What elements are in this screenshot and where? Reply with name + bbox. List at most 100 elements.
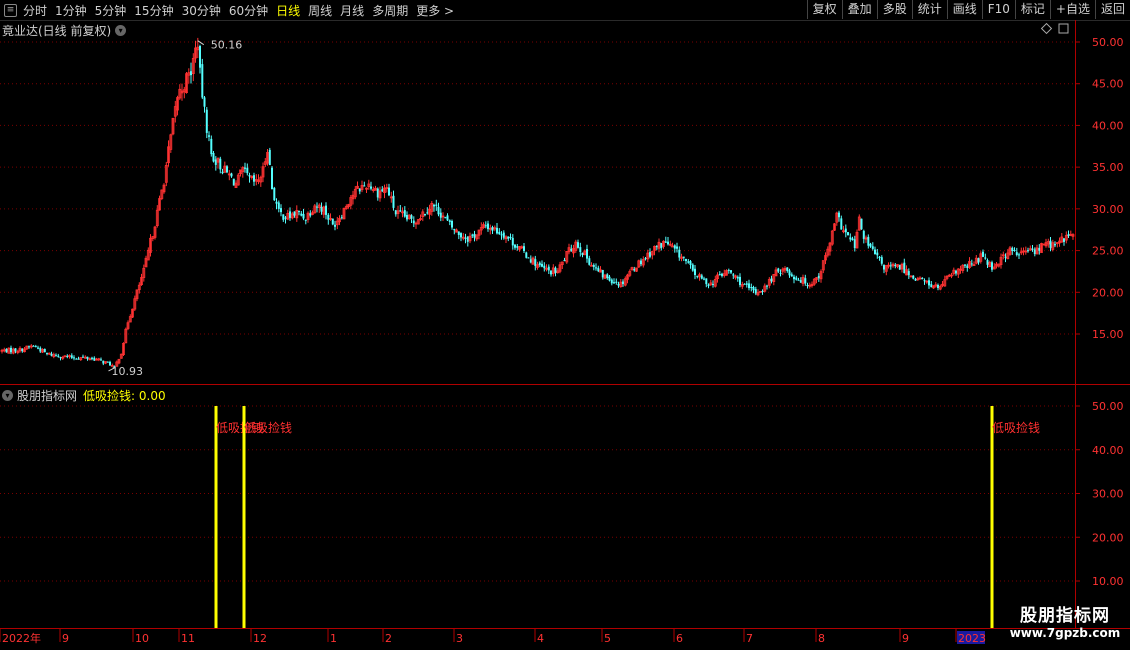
- candle: [635, 267, 638, 272]
- candle: [502, 230, 505, 240]
- candle-body: [534, 259, 537, 266]
- kline-chart[interactable]: 低吸捡钱低吸捡钱 低吸捡钱 50.0045.0040.0035.0030.0025…: [0, 0, 1130, 650]
- maximize-icon: [1058, 23, 1069, 34]
- candle-body: [923, 280, 926, 282]
- candle: [514, 244, 516, 250]
- candle: [932, 285, 935, 289]
- candle: [849, 233, 852, 242]
- candle-body: [221, 171, 224, 174]
- candle: [407, 214, 411, 220]
- candle-body: [707, 284, 710, 287]
- candle-body: [219, 158, 222, 170]
- candle-body: [203, 97, 206, 107]
- candle: [862, 229, 865, 244]
- candle: [516, 244, 519, 251]
- candle-body: [403, 210, 406, 217]
- candle: [558, 261, 562, 274]
- candle: [615, 278, 618, 285]
- candle: [471, 233, 474, 238]
- candle-body: [685, 258, 687, 261]
- candle: [732, 273, 735, 279]
- candle: [821, 260, 825, 274]
- candle: [194, 40, 197, 63]
- candle-body: [898, 265, 901, 270]
- candle-body: [340, 217, 343, 219]
- candle: [482, 222, 485, 229]
- candle: [46, 352, 48, 356]
- candle: [551, 264, 555, 277]
- candle-body: [694, 268, 696, 275]
- candle-body: [471, 234, 474, 236]
- candle: [498, 228, 501, 235]
- candle-body: [246, 167, 249, 174]
- candle: [743, 283, 746, 285]
- candle: [190, 62, 192, 84]
- candle: [970, 259, 973, 267]
- candle: [1051, 239, 1055, 252]
- candle-body: [363, 185, 366, 187]
- candle: [964, 264, 966, 268]
- candle: [606, 273, 609, 280]
- candle: [199, 44, 201, 74]
- candle: [212, 151, 215, 163]
- candle-body: [921, 278, 924, 280]
- candle-body: [439, 212, 442, 218]
- candle: [47, 352, 51, 355]
- candle: [608, 275, 611, 282]
- candle: [628, 269, 632, 278]
- candle: [1013, 247, 1016, 252]
- candle: [770, 275, 773, 284]
- candle: [457, 231, 460, 240]
- candle-body: [588, 258, 591, 265]
- candle-body: [525, 252, 528, 258]
- price-tick-label: 15.00: [1092, 328, 1124, 341]
- indicator-tick-label: 10.00: [1092, 575, 1124, 588]
- high-price-label: 50.16: [211, 39, 243, 52]
- candle-body: [208, 135, 210, 137]
- candle: [884, 265, 888, 276]
- candle: [414, 221, 418, 229]
- candle-body: [496, 227, 498, 234]
- candle: [236, 173, 240, 186]
- indicator-tick-label: 30.00: [1092, 488, 1124, 501]
- candle: [73, 355, 75, 361]
- candle-body: [444, 217, 447, 219]
- candle: [34, 344, 37, 348]
- candle: [500, 231, 503, 240]
- time-label: 2022年: [2, 631, 41, 645]
- candle-body: [766, 285, 768, 287]
- candle-body: [484, 225, 487, 227]
- candle: [91, 356, 93, 361]
- time-label: 1: [330, 632, 337, 645]
- candle-body: [986, 260, 989, 265]
- candle-body: [426, 212, 429, 214]
- candle: [903, 258, 906, 274]
- candle-body: [732, 274, 735, 276]
- candle: [317, 203, 321, 213]
- candle-body: [91, 357, 93, 359]
- candle: [956, 268, 960, 278]
- candle: [730, 270, 732, 274]
- candle: [880, 255, 883, 266]
- candle-body: [190, 71, 192, 76]
- candle: [468, 232, 472, 244]
- candle-body: [860, 218, 863, 230]
- candle-body: [1013, 250, 1016, 251]
- candle: [1001, 251, 1005, 260]
- candle: [451, 219, 453, 230]
- candle: [671, 242, 674, 248]
- candle-body: [446, 215, 449, 221]
- candle: [487, 220, 489, 232]
- candle: [394, 209, 397, 217]
- candle: [365, 187, 368, 193]
- candle-body: [817, 275, 820, 279]
- candle: [370, 181, 372, 191]
- candle: [700, 273, 703, 280]
- candle-body: [579, 247, 582, 252]
- candle: [891, 262, 895, 268]
- candle-body: [210, 138, 213, 155]
- candle: [367, 179, 371, 190]
- candle-body: [523, 246, 525, 251]
- candle: [419, 214, 422, 221]
- candle: [938, 284, 942, 291]
